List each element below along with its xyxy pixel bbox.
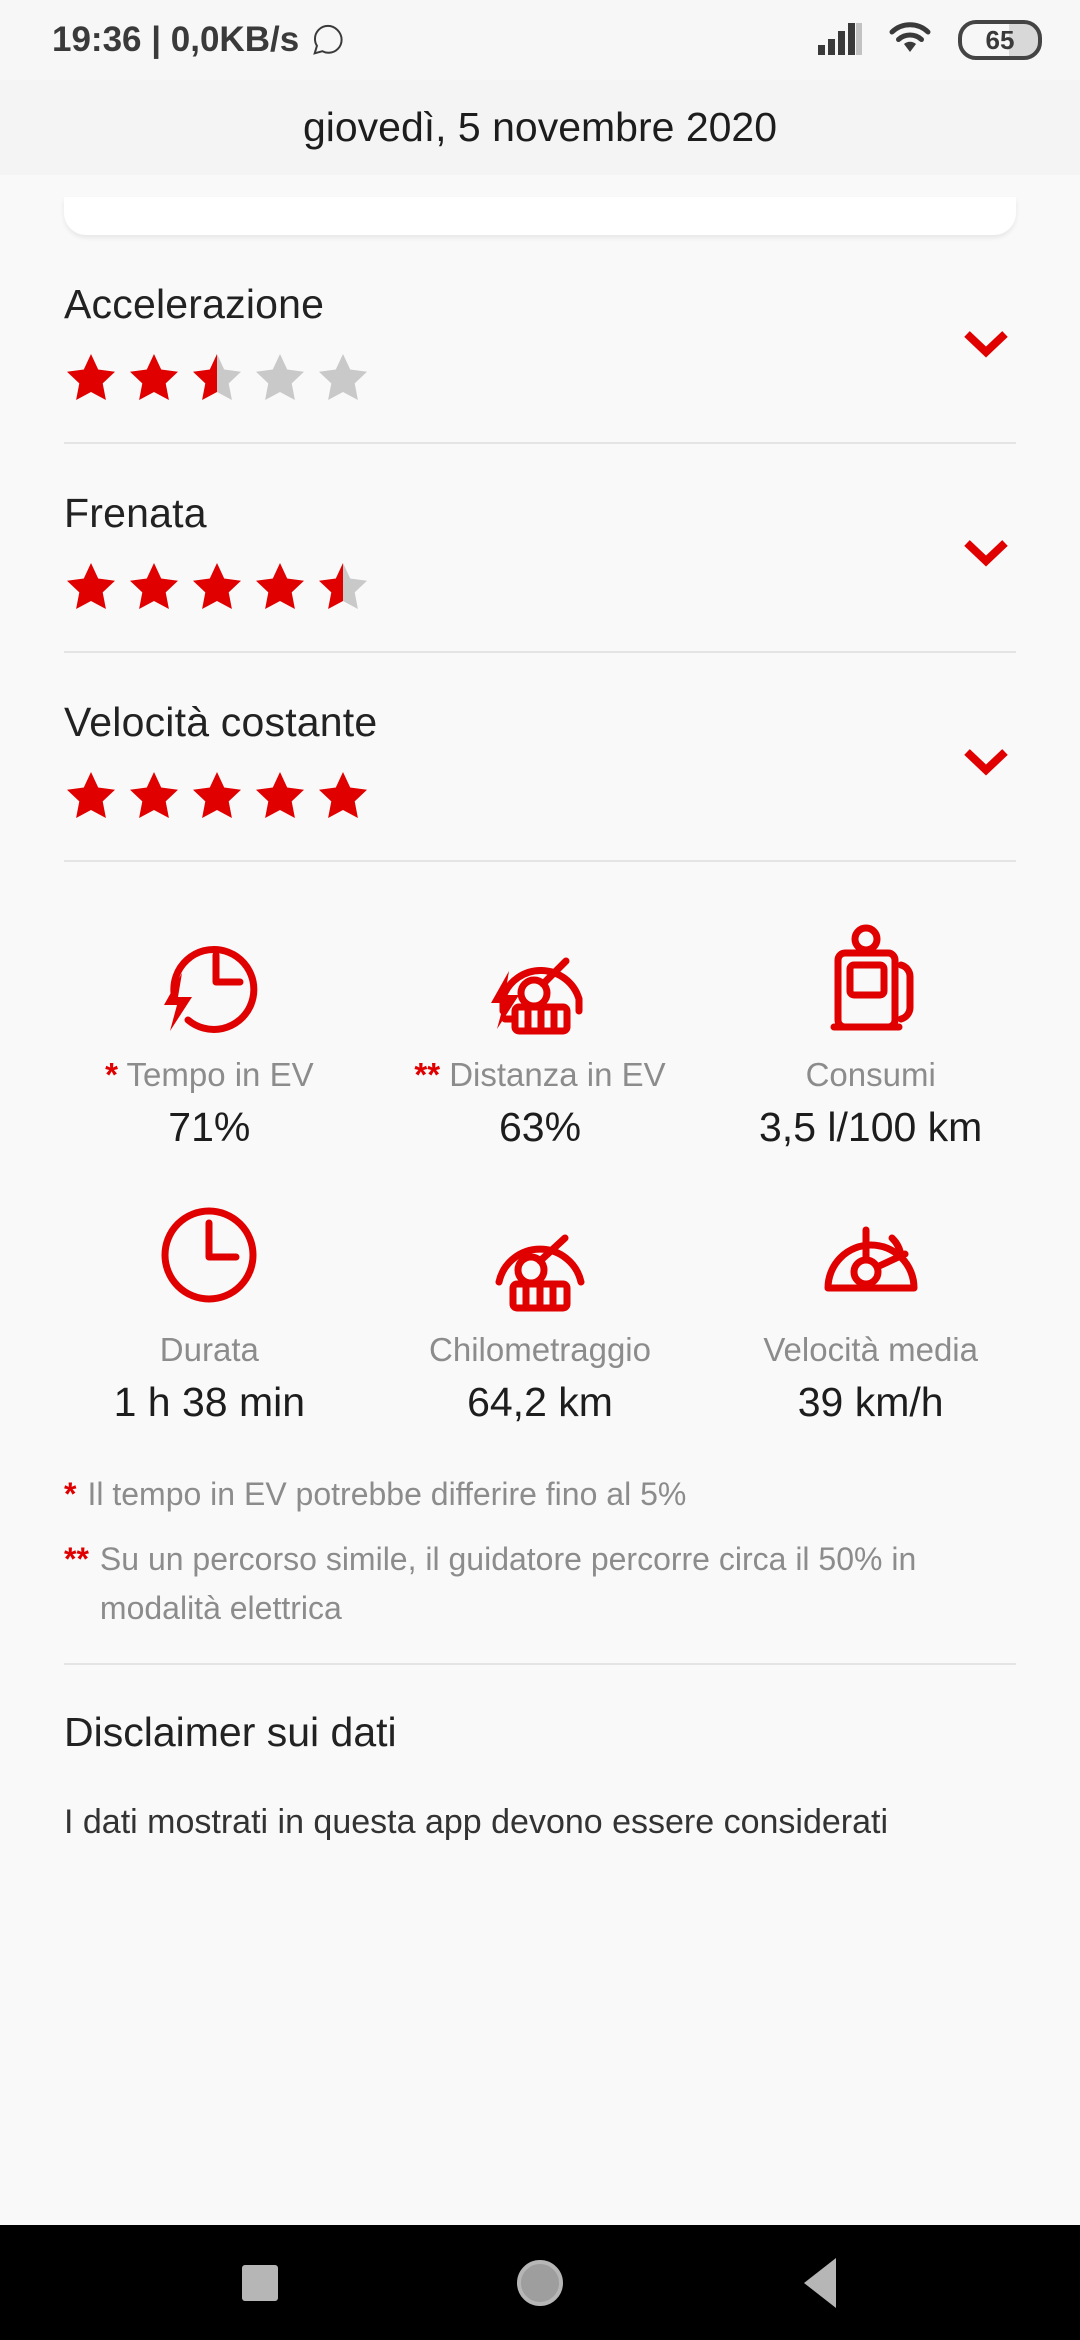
star-icon [190, 768, 244, 822]
metric-label-text: Consumi [805, 1056, 936, 1093]
rating-label: Velocità costante [64, 699, 378, 745]
status-bar-left: 19:36 | 0,0KB/s [52, 20, 345, 60]
chevron-down-icon[interactable] [958, 532, 1014, 572]
star-icon [316, 350, 370, 404]
metric-label-text: Durata [159, 1331, 259, 1368]
whatsapp-icon [311, 23, 345, 57]
signal-bars-icon [818, 21, 862, 60]
chevron-down-icon[interactable] [958, 741, 1014, 781]
footnote-marker: ** [64, 1541, 89, 1577]
star-icon [253, 350, 307, 404]
star-icon [316, 559, 370, 613]
metric-cell: * Tempo in EV 71% [44, 910, 375, 1151]
metric-label-text: Velocità media [763, 1331, 978, 1368]
rating-label: Frenata [64, 490, 207, 536]
metric-value: 39 km/h [797, 1379, 944, 1425]
ev-time-icon [144, 910, 274, 1050]
metric-value: 64,2 km [467, 1379, 613, 1425]
footnote-marker: * [105, 1056, 118, 1093]
star-icon [253, 768, 307, 822]
star-icon [64, 559, 118, 613]
metric-cell: Velocità media 39 km/h [705, 1185, 1036, 1426]
metrics-row-primary: * Tempo in EV 71% ** Distanza in EV 63% Cons… [44, 910, 1036, 1151]
star-icon [253, 559, 307, 613]
status-bar-right: 65 [818, 20, 1042, 60]
metric-label: Chilometraggio [429, 1331, 651, 1369]
status-bar: 19:36 | 0,0KB/s 65 [0, 0, 1080, 80]
clock-icon [144, 1185, 274, 1325]
star-rating [64, 350, 1016, 404]
chevron-down-icon[interactable] [958, 323, 1014, 363]
disclaimer-body: I dati mostrati in questa app devono ess… [64, 1803, 889, 1841]
star-icon [64, 768, 118, 822]
metric-value: 63% [498, 1104, 582, 1150]
circle-home-icon[interactable] [495, 2238, 585, 2328]
wifi-icon [888, 21, 932, 60]
metric-cell: Chilometraggio 64,2 km [375, 1185, 706, 1426]
metric-label: * Tempo in EV [105, 1056, 314, 1094]
metric-value: 1 h 38 min [113, 1379, 306, 1425]
battery-level-text: 65 [985, 24, 1015, 55]
scroll-content[interactable]: Accelerazione Frenata Velocità costante * … [0, 175, 1080, 2225]
star-icon [64, 350, 118, 404]
star-icon [190, 350, 244, 404]
fuel-pump-icon [806, 910, 936, 1050]
rating-row-frenata[interactable]: Frenata [64, 444, 1016, 613]
partially-visible-card-above [64, 197, 1016, 235]
footnotes: * Il tempo in EV potrebbe differire fino … [64, 1470, 1016, 1633]
page-header: giovedì, 5 novembre 2020 [0, 80, 1080, 175]
star-rating [64, 559, 1016, 613]
android-navigation-bar [0, 2225, 1080, 2340]
odometer-icon [475, 1185, 605, 1325]
page-title: giovedì, 5 novembre 2020 [302, 104, 778, 150]
ev-distance-icon [475, 910, 605, 1050]
triangle-back-icon[interactable] [775, 2238, 865, 2328]
rating-row-accelerazione[interactable]: Accelerazione [64, 235, 1016, 404]
divider [64, 1663, 1016, 1665]
star-icon [316, 768, 370, 822]
star-icon [127, 768, 181, 822]
metric-value: 3,5 l/100 km [759, 1104, 983, 1150]
ratings-list: Accelerazione Frenata Velocità costante [0, 235, 1080, 862]
disclaimer-title: Disclaimer sui dati [64, 1709, 397, 1755]
metric-label: Durata [160, 1331, 259, 1369]
metric-label-text: Distanza in EV [449, 1056, 666, 1093]
metric-label: Velocità media [763, 1331, 978, 1369]
footnote-marker: * [64, 1476, 77, 1512]
footnote-text: Su un percorso simile, il guidatore perc… [99, 1541, 917, 1626]
star-icon [190, 559, 244, 613]
metrics-row-secondary: Durata 1 h 38 min Chilometraggio 64,2 km Vel… [44, 1185, 1036, 1426]
metrics-grid: * Tempo in EV 71% ** Distanza in EV 63% Cons… [44, 862, 1036, 1426]
status-clock-and-netspeed: 19:36 | 0,0KB/s [52, 20, 300, 59]
star-rating [64, 768, 1016, 822]
metric-label: ** Distanza in EV [414, 1056, 665, 1094]
battery-indicator: 65 [958, 20, 1042, 60]
star-icon [127, 350, 181, 404]
footnote: * Il tempo in EV potrebbe differire fino … [64, 1470, 1016, 1519]
metric-value: 71% [168, 1104, 251, 1150]
speedometer-icon [806, 1185, 936, 1325]
metric-label-text: Chilometraggio [429, 1331, 651, 1368]
metric-label: Consumi [806, 1056, 936, 1094]
rating-label: Accelerazione [64, 281, 325, 327]
star-icon [127, 559, 181, 613]
footnote-marker: ** [414, 1056, 441, 1093]
square-recents-icon[interactable] [215, 2238, 305, 2328]
metric-label-text: Tempo in EV [126, 1056, 314, 1093]
rating-row-velocità-costante[interactable]: Velocità costante [64, 653, 1016, 822]
metric-cell: Consumi 3,5 l/100 km [705, 910, 1036, 1151]
metric-cell: Durata 1 h 38 min [44, 1185, 375, 1426]
metric-cell: ** Distanza in EV 63% [375, 910, 706, 1151]
footnote: ** Su un percorso simile, il guidatore pe… [64, 1535, 1016, 1633]
footnote-text: Il tempo in EV potrebbe differire fino a… [87, 1476, 687, 1512]
